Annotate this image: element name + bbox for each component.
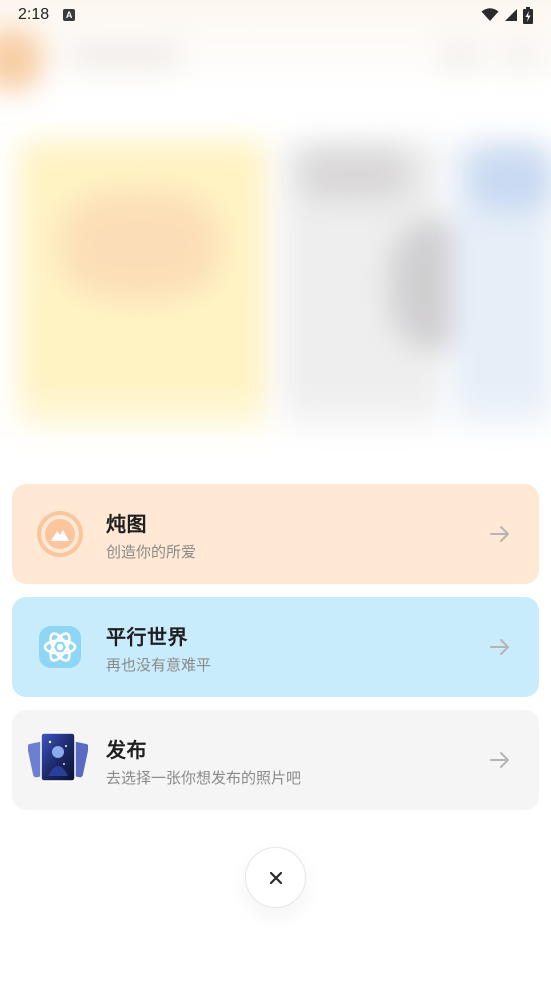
option-title: 平行世界	[106, 625, 188, 649]
arrow-right-icon	[490, 526, 509, 542]
blurred-avatar	[0, 28, 44, 92]
blurred-feed-card-art	[60, 190, 220, 300]
option-title: 发布	[106, 738, 147, 762]
option-subtitle: 去选择一张你想发布的照片吧	[106, 769, 302, 787]
option-title: 炖图	[106, 512, 147, 536]
a-letter-icon: A	[63, 9, 76, 21]
mountain-badge-icon	[37, 511, 83, 557]
blurred-header-title	[70, 45, 180, 67]
arrow-right-icon	[490, 752, 509, 768]
blurred-feed-card-art	[470, 150, 550, 210]
status-bar: 2:18 A	[0, 0, 551, 30]
battery-charging-icon	[523, 6, 533, 24]
signal-icon	[505, 9, 517, 21]
option-publish[interactable]: 发布 去选择一张你想发布的照片吧	[12, 710, 539, 810]
blurred-header-action	[500, 44, 540, 70]
blurred-background	[0, 0, 551, 500]
close-icon	[269, 871, 282, 884]
atom-icon	[39, 626, 81, 668]
blurred-feed-card-art	[300, 150, 410, 200]
status-icons	[481, 6, 533, 24]
close-button[interactable]	[245, 847, 306, 908]
status-time: 2:18	[18, 6, 50, 23]
background-fade	[0, 380, 551, 500]
photo-stack-icon	[28, 732, 88, 782]
wifi-icon	[481, 8, 499, 21]
option-subtitle: 创造你的所爱	[106, 543, 197, 561]
arrow-right-icon	[490, 639, 509, 655]
blurred-header-action	[440, 44, 480, 70]
option-stew-image[interactable]: 炖图 创造你的所爱	[12, 484, 539, 584]
option-parallel-world[interactable]: 平行世界 再也没有意难平	[12, 597, 539, 697]
option-subtitle: 再也没有意难平	[106, 656, 212, 674]
